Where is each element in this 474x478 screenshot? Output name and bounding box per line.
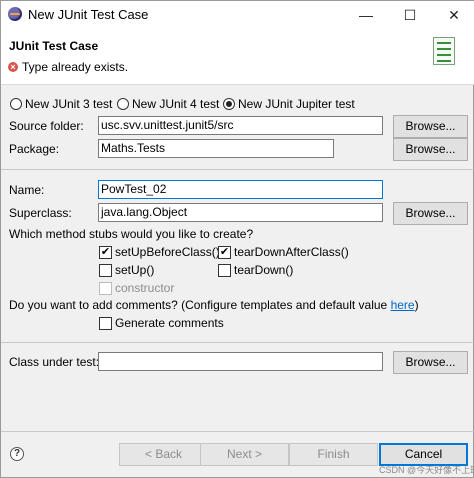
separator	[1, 169, 474, 170]
teardown-after-class-label: tearDownAfterClass()	[234, 245, 349, 259]
junit-jupiter-radio[interactable]	[223, 98, 235, 110]
wizard-header: JUnit Test Case × Type already exists.	[1, 29, 474, 85]
setup-label: setUp()	[115, 263, 155, 277]
junit3-label: New JUnit 3 test	[25, 97, 113, 111]
close-button[interactable]: ✕	[437, 3, 471, 27]
header-title: JUnit Test Case	[9, 39, 99, 53]
generate-comments-label: Generate comments	[115, 316, 224, 330]
junit4-label: New JUnit 4 test	[132, 97, 220, 111]
eclipse-icon	[8, 7, 22, 21]
superclass-browse-button[interactable]: Browse...	[393, 202, 468, 225]
teardown-checkbox[interactable]	[218, 264, 231, 277]
setup-checkbox[interactable]	[99, 264, 112, 277]
junit3-radio[interactable]	[10, 98, 22, 110]
source-folder-label: Source folder:	[9, 119, 84, 133]
class-under-test-browse-button[interactable]: Browse...	[393, 351, 468, 374]
constructor-label: constructor	[115, 281, 175, 295]
back-button[interactable]: < Back	[119, 443, 208, 466]
wizard-banner-icon	[433, 37, 455, 65]
superclass-field[interactable]: java.lang.Object	[98, 203, 383, 222]
teardown-after-class-checkbox[interactable]: ✔	[218, 246, 231, 259]
constructor-checkbox[interactable]	[99, 282, 112, 295]
error-icon: ×	[8, 62, 18, 72]
class-under-test-label: Class under test:	[9, 355, 100, 369]
minimize-button[interactable]: —	[349, 3, 383, 27]
title-bar: New JUnit Test Case — ☐ ✕	[1, 1, 474, 29]
superclass-label: Superclass:	[9, 206, 72, 220]
method-stubs-question: Which method stubs would you like to cre…	[9, 227, 254, 241]
package-field[interactable]: Maths.Tests	[98, 139, 334, 158]
window-title: New JUnit Test Case	[28, 7, 149, 22]
junit4-radio[interactable]	[117, 98, 129, 110]
source-folder-field[interactable]: usc.svv.unittest.junit5/src	[98, 116, 383, 135]
package-label: Package:	[9, 142, 60, 156]
name-field[interactable]: PowTest_02	[98, 180, 383, 199]
separator	[1, 431, 474, 432]
comments-question: Do you want to add comments? (Configure …	[9, 298, 419, 312]
header-message: Type already exists.	[22, 60, 129, 74]
generate-comments-checkbox[interactable]	[99, 317, 112, 330]
teardown-label: tearDown()	[234, 263, 294, 277]
finish-button[interactable]: Finish	[289, 443, 378, 466]
help-icon[interactable]: ?	[10, 447, 24, 461]
comments-question-text: Do you want to add comments? (Configure …	[9, 298, 391, 312]
source-folder-browse-button[interactable]: Browse...	[393, 115, 468, 138]
junit-jupiter-label: New JUnit Jupiter test	[238, 97, 355, 111]
setup-before-class-checkbox[interactable]: ✔	[99, 246, 112, 259]
watermark: CSDN @今天好像不上班	[379, 465, 474, 475]
class-under-test-field[interactable]	[98, 352, 383, 371]
separator	[1, 342, 474, 343]
name-label: Name:	[9, 183, 45, 197]
package-browse-button[interactable]: Browse...	[393, 138, 468, 161]
configure-templates-link[interactable]: here	[391, 298, 415, 312]
setup-before-class-label: setUpBeforeClass()	[115, 245, 220, 259]
dialog-window: New JUnit Test Case — ☐ ✕ JUnit Test Cas…	[0, 0, 474, 478]
next-button[interactable]: Next >	[200, 443, 289, 466]
comments-question-end: )	[414, 298, 419, 312]
maximize-button[interactable]: ☐	[393, 3, 427, 27]
